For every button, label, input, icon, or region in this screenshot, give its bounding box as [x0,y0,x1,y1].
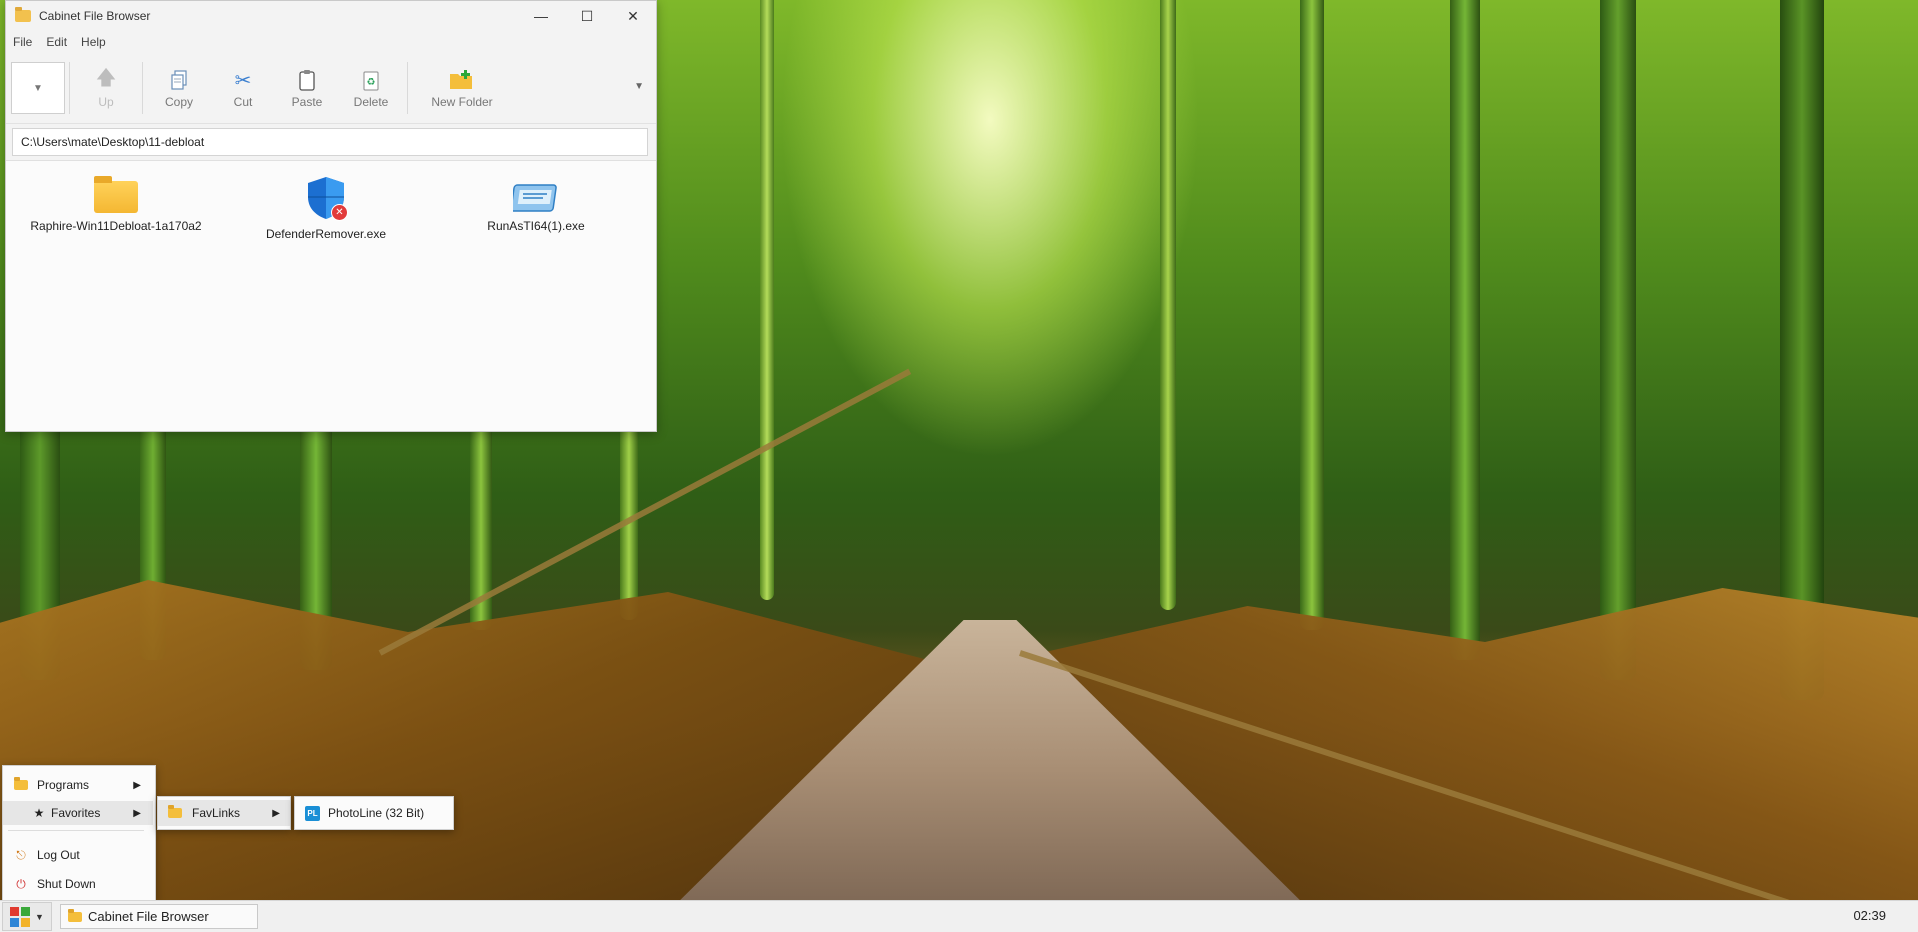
logout-icon: ⎋ [16,847,26,862]
toolbar-divider [142,62,143,114]
svg-text:♻: ♻ [367,77,376,88]
toolbar-overflow-chevron-icon[interactable]: ▼ [634,81,644,92]
chevron-down-icon: ▼ [35,911,44,922]
star-icon: ★ [33,806,45,820]
address-bar [6,124,656,161]
start-menu-programs[interactable]: Programs ▶ [3,773,153,797]
close-button[interactable]: ✕ [610,1,656,31]
favlinks-submenu: PL PhotoLine (32 Bit) [294,796,454,830]
toolbar-divider [69,62,70,114]
photoline-item[interactable]: PL PhotoLine (32 Bit) [295,800,453,826]
address-input[interactable] [12,128,648,156]
programs-label: Programs [37,778,90,792]
menu-bar: File Edit Help [6,31,656,53]
favorites-label: Favorites [51,806,101,820]
maximize-button[interactable]: ☐ [564,1,610,31]
new-folder-label: New Folder [431,95,493,109]
taskbar-item-file-browser[interactable]: Cabinet File Browser [60,904,258,929]
file-item[interactable]: ✕ DefenderRemover.exe [226,175,426,241]
folder-icon [68,908,82,922]
start-logo-icon [10,906,31,927]
photoline-icon: PL [305,805,320,821]
chevron-down-icon: ▼ [33,82,43,94]
menu-help[interactable]: Help [81,35,106,49]
copy-button[interactable]: Copy [147,58,211,118]
copy-icon [169,67,189,93]
taskbar-clock[interactable]: 02:39 [1853,908,1886,923]
folder-icon [13,777,29,793]
copy-label: Copy [164,95,193,109]
history-dropdown-button[interactable]: ▼ [11,62,65,114]
paste-label: Paste [291,95,323,109]
toolbar: ▼ 🡅 Up Copy ✂ Cut Paste ♻ Delete New Fol… [6,53,656,124]
minimize-button[interactable]: — [518,1,564,31]
cut-button[interactable]: ✂ Cut [211,58,275,118]
file-name: Raphire-Win11Debloat-1a170a2 [30,219,202,233]
toolbar-divider [407,62,408,114]
submenu-arrow-icon: ▶ [133,779,141,791]
error-badge-icon: ✕ [331,204,348,221]
start-menu-favorites[interactable]: ★ Favorites ▶ [3,801,153,825]
clipboard-icon [298,67,316,93]
executable-icon [513,184,557,212]
submenu-arrow-icon: ▶ [272,807,280,819]
up-label: Up [98,95,114,109]
taskbar: ▼ Cabinet File Browser 02:39 [0,900,1918,932]
defender-shield-icon: ✕ [304,175,348,221]
start-button[interactable]: ▼ [2,902,52,931]
folder-icon [168,805,184,818]
file-list: Raphire-Win11Debloat-1a170a2 ✕ DefenderR… [6,161,656,431]
file-name: RunAsTI64(1).exe [487,219,585,233]
folder-icon [94,176,138,213]
menu-file[interactable]: File [13,35,32,49]
arrow-up-icon: 🡅 [95,67,117,89]
favlinks-label: FavLinks [192,806,241,820]
menu-divider [8,830,144,831]
file-item[interactable]: RunAsTI64(1).exe [436,175,636,233]
file-item[interactable]: Raphire-Win11Debloat-1a170a2 [16,175,216,233]
start-menu-logout[interactable]: ⎋ Log Out [3,843,153,867]
title-bar[interactable]: Cabinet File Browser — ☐ ✕ [6,1,656,31]
scissors-icon: ✂ [234,69,252,92]
menu-edit[interactable]: Edit [46,35,67,49]
submenu-arrow-icon: ▶ [133,807,141,819]
favorites-submenu: FavLinks ▶ [157,796,291,830]
new-folder-button[interactable]: New Folder [412,58,512,118]
favlinks-item[interactable]: FavLinks ▶ [158,800,290,826]
delete-label: Delete [353,95,389,109]
window-title: Cabinet File Browser [39,9,151,23]
start-menu-shutdown[interactable]: ⏻ Shut Down [3,872,153,896]
power-icon: ⏻ [16,876,26,891]
photoline-label: PhotoLine (32 Bit) [328,806,425,820]
recycle-bin-icon: ♻ [362,67,380,93]
file-name: DefenderRemover.exe [265,227,387,241]
logout-label: Log Out [37,848,80,862]
file-browser-window: Cabinet File Browser — ☐ ✕ File Edit Hel… [5,0,657,432]
delete-button[interactable]: ♻ Delete [339,58,403,118]
cut-label: Cut [233,95,253,109]
new-folder-icon [449,67,475,93]
paste-button[interactable]: Paste [275,58,339,118]
task-label: Cabinet File Browser [88,909,209,924]
up-button[interactable]: 🡅 Up [74,58,138,118]
shutdown-label: Shut Down [37,877,96,891]
folder-icon [15,7,31,22]
